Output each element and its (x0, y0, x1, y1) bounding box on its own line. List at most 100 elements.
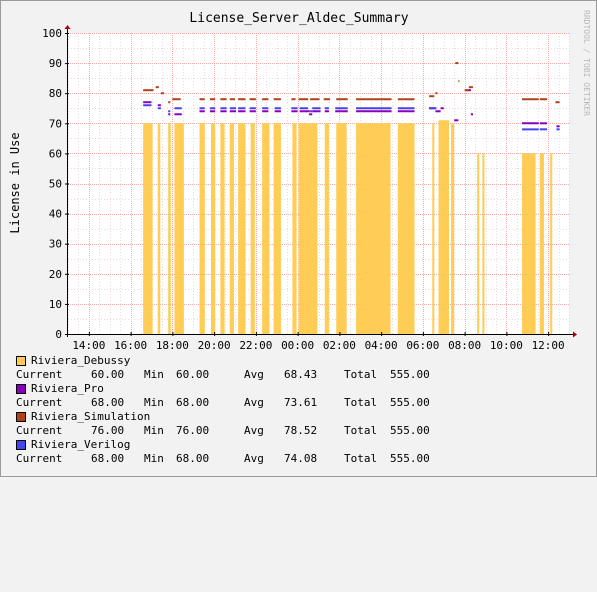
min-label: Min (144, 424, 164, 437)
avg-label: Avg (244, 424, 264, 437)
avg-value: 74.08 (284, 452, 318, 465)
legend-series-name: Riviera_Verilog (31, 438, 131, 451)
y-tick-label: 50 (49, 178, 62, 191)
current-label: Current (16, 452, 63, 465)
x-tick-label: 06:00 (406, 339, 439, 351)
y-tick-label: 70 (49, 117, 62, 130)
total-value: 555.00 (390, 396, 430, 409)
area-segment (229, 123, 234, 334)
area-segment (324, 123, 329, 334)
current-label: Current (16, 424, 63, 437)
avg-value: 68.43 (284, 368, 318, 381)
avg-label: Avg (244, 396, 264, 409)
avg-value: 73.61 (284, 396, 318, 409)
x-tick-label: 10:00 (490, 339, 523, 351)
legend-swatch (16, 356, 26, 366)
x-tick-label: 00:00 (281, 339, 314, 351)
total-value: 555.00 (390, 452, 430, 465)
area-segment (482, 153, 485, 334)
x-tick-label: 22:00 (239, 339, 272, 351)
total-label: Total (344, 452, 378, 465)
area-segment (522, 153, 536, 334)
min-value: 68.00 (176, 396, 210, 409)
x-tick-label: 02:00 (323, 339, 356, 351)
legend: Riviera_Debussy Current 60.00 Min 60.00 … (16, 354, 576, 466)
area-segment (238, 123, 246, 334)
chart-title: License_Server_Aldec_Summary (189, 11, 408, 26)
total-value: 555.00 (390, 424, 430, 437)
area-segment (199, 123, 205, 334)
area-segment (157, 123, 161, 334)
area-segment (356, 123, 391, 334)
area-segment (438, 120, 449, 334)
avg-value: 78.52 (284, 424, 318, 437)
area-segment (220, 123, 225, 334)
y-tick-label: 30 (49, 238, 62, 251)
y-tick-label: 10 (49, 298, 62, 311)
current-label: Current (16, 396, 63, 409)
x-tick-label: 14:00 (72, 339, 105, 351)
avg-label: Avg (244, 452, 264, 465)
y-tick-label: 0 (55, 328, 62, 341)
y-tick-label: 60 (49, 147, 62, 160)
x-tick-label: 16:00 (114, 339, 147, 351)
y-tick-label: 80 (49, 87, 62, 100)
area-segment (451, 123, 455, 334)
x-tick-label: 08:00 (448, 339, 481, 351)
legend-entry-simulation: Riviera_Simulation (16, 410, 576, 424)
total-label: Total (344, 424, 378, 437)
legend-stats-pro: Current 68.00 Min 68.00 Avg 73.61 Total … (16, 396, 576, 410)
rrdtool-watermark: RRDTOOL / TOBI OETIKER (582, 10, 591, 116)
y-tick-label: 40 (49, 208, 62, 221)
area-segment (336, 123, 347, 334)
current-value: 68.00 (91, 396, 125, 409)
x-tick-label: 04:00 (365, 339, 398, 351)
area-segment (168, 123, 171, 334)
graph-frame: License_Server_Aldec_Summary License in … (0, 0, 597, 477)
avg-label: Avg (244, 368, 264, 381)
y-tick-label: 100 (42, 27, 62, 40)
total-value: 555.00 (390, 368, 430, 381)
area-segment (539, 153, 544, 334)
area-segment (298, 123, 318, 334)
legend-stats-debussy: Current 60.00 Min 60.00 Avg 68.43 Total … (16, 368, 576, 382)
legend-entry-debussy: Riviera_Debussy (16, 354, 576, 368)
min-label: Min (144, 396, 164, 409)
area-segment (174, 123, 184, 334)
legend-stats-verilog: Current 68.00 Min 68.00 Avg 74.08 Total … (16, 452, 576, 466)
legend-swatch (16, 412, 26, 422)
area-segment (292, 123, 297, 334)
legend-entry-pro: Riviera_Pro (16, 382, 576, 396)
legend-series-name: Riviera_Debussy (31, 354, 131, 367)
min-label: Min (144, 368, 164, 381)
area-segment (550, 153, 553, 334)
legend-swatch (16, 440, 26, 450)
area-segment (432, 123, 435, 334)
total-label: Total (344, 396, 378, 409)
x-tick-label: 18:00 (156, 339, 189, 351)
area-segment (262, 123, 270, 334)
area-segment (273, 123, 281, 334)
legend-series-name: Riviera_Simulation (31, 410, 151, 423)
legend-entry-verilog: Riviera_Verilog (16, 438, 576, 452)
min-value: 76.00 (176, 424, 210, 437)
x-tick-label: 20:00 (198, 339, 231, 351)
x-tick-label: 12:00 (532, 339, 565, 351)
y-tick-label: 90 (49, 57, 62, 70)
min-value: 60.00 (176, 368, 210, 381)
area-segment (397, 123, 415, 334)
min-value: 68.00 (176, 452, 210, 465)
legend-series-name: Riviera_Pro (31, 382, 104, 395)
current-value: 60.00 (91, 368, 125, 381)
area-segment (210, 123, 216, 334)
y-tick-label: 20 (49, 268, 62, 281)
current-value: 68.00 (91, 452, 125, 465)
license-usage-chart: License_Server_Aldec_Summary License in … (1, 1, 596, 352)
area-segment (477, 153, 480, 334)
legend-stats-simulation: Current 76.00 Min 76.00 Avg 78.52 Total … (16, 424, 576, 438)
area-segment (143, 123, 153, 334)
y-axis-label: License in Use (8, 132, 22, 233)
area-segment (250, 123, 255, 334)
min-label: Min (144, 452, 164, 465)
current-value: 76.00 (91, 424, 125, 437)
